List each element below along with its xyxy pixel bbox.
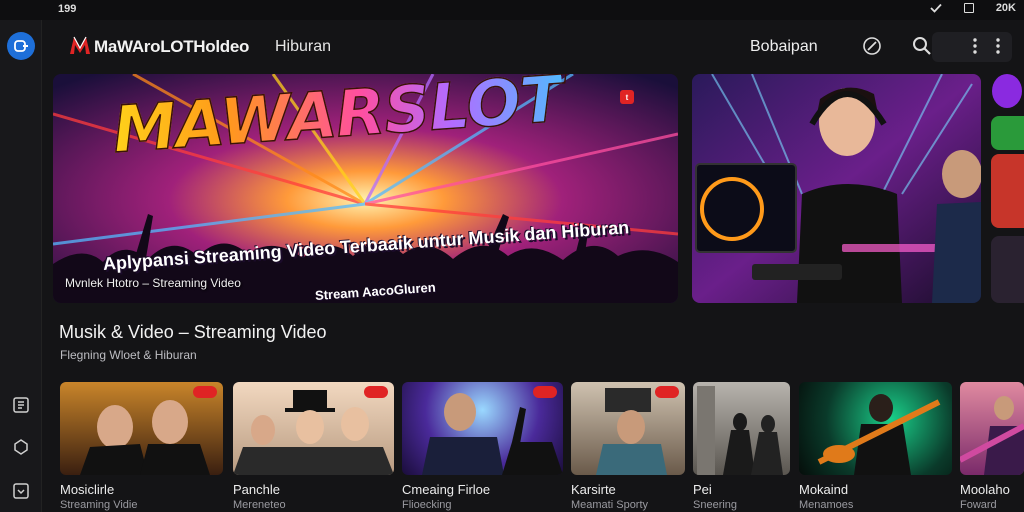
video-subtitle: Mereneteo [233,499,286,511]
streamer-image [692,74,981,303]
thumbnail-image [697,386,783,475]
live-badge [193,386,217,398]
video-subtitle: Flioecking [402,499,452,511]
section-title: Musik & Video – Streaming Video [59,322,327,342]
channel-avatar[interactable] [991,236,1024,303]
video-title[interactable]: Cmeaing Firloe [402,482,490,497]
app-subtitle[interactable]: Hiburan [275,38,331,56]
video-thumbnail[interactable] [60,382,223,475]
hero-badge: t [620,90,634,104]
header-link[interactable]: Bobaipan [750,38,818,56]
video-subtitle: Menamoes [799,499,854,511]
left-rail [0,20,42,512]
more-vert-icon[interactable] [988,36,1008,56]
channel-avatars [991,74,1024,303]
video-thumbnail[interactable] [571,382,685,475]
thumbnail-image [960,396,1024,475]
more-vert-icon[interactable] [965,36,985,56]
account-icon[interactable] [7,32,35,60]
video-title[interactable]: Pei [693,482,712,497]
video-thumbnail[interactable] [693,382,790,475]
hero-banner[interactable]: MAWARSLOT Aplypansi Streaming Video Terb… [53,74,678,303]
video-subtitle: Foward [960,499,997,511]
search-icon[interactable] [912,36,932,56]
logo-icon[interactable] [68,34,92,58]
video-title[interactable]: Mokaind [799,482,848,497]
video-subtitle: Sneering [693,499,738,511]
video-title[interactable]: Mosiclirle [60,482,114,497]
section-subtitle: Flegning Wloet & Hiburan [60,348,197,362]
live-badge [533,386,557,398]
video-title[interactable]: Karsirte [571,482,616,497]
channel-avatar[interactable] [991,154,1024,228]
app-title: MaWAroLOTHoldeo [94,37,250,56]
status-time: 199 [58,3,77,15]
library-icon[interactable] [12,396,30,414]
video-thumbnail[interactable] [960,382,1024,475]
live-badge [655,386,679,398]
top-header: MaWAroLOTHoldeo Hiburan Bobaipan [42,20,1024,74]
live-badge [364,386,388,398]
channel-avatar[interactable] [992,74,1022,108]
video-subtitle: Streaming Vidie [60,499,138,511]
video-title[interactable]: Panchle [233,482,280,497]
downloads-icon[interactable] [12,482,30,500]
video-thumbnail[interactable] [402,382,563,475]
video-thumbnail[interactable] [233,382,394,475]
status-bar: 199 20K [0,0,1024,20]
video-title[interactable]: Moolaho [960,482,1010,497]
explore-icon[interactable] [12,438,30,456]
status-icons: 20K [930,2,1016,14]
check-icon [930,3,942,13]
hero-caption: Mvnlek Htotro – Streaming Video [65,276,241,290]
window-icon [963,3,974,13]
video-thumbnail[interactable] [799,382,952,475]
video-subtitle: Meamati Sporty [571,499,649,511]
featured-stream-card[interactable] [692,74,981,303]
status-right-text: 20K [995,2,1016,14]
channel-avatar[interactable] [991,116,1024,150]
thumbnail-image [817,394,941,475]
pen-icon[interactable] [862,36,882,56]
